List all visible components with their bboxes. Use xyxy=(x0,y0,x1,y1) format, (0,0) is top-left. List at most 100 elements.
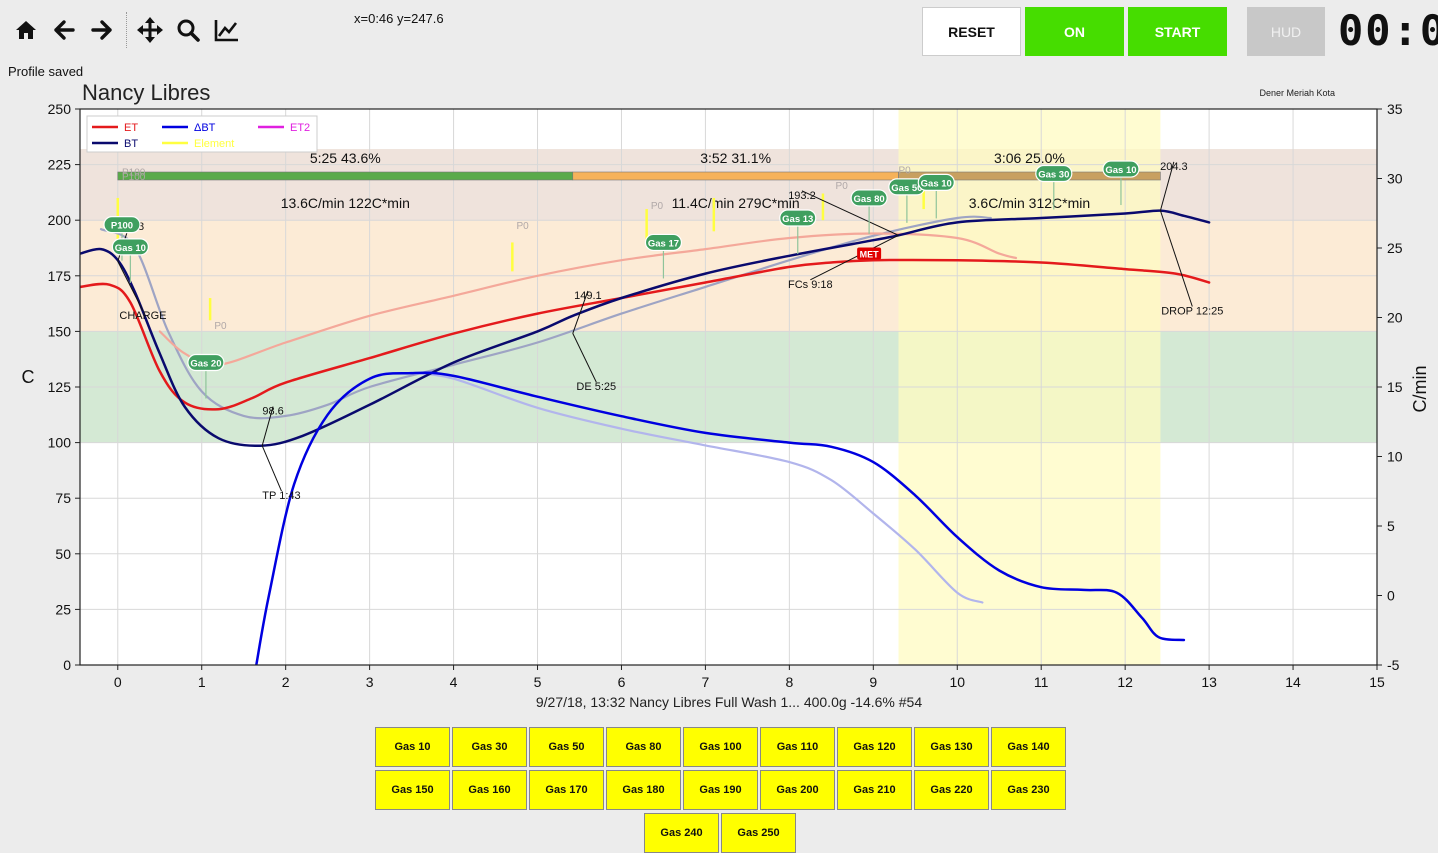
x-tick-label-9: 9 xyxy=(869,674,877,690)
chart-settings-icon[interactable] xyxy=(211,14,243,46)
background-event-5: P0 xyxy=(836,181,849,192)
event-button-gas-210[interactable]: Gas 210 xyxy=(837,770,912,810)
y-tick-label-9: 225 xyxy=(48,157,72,173)
legend-label-3: Element xyxy=(194,138,234,150)
event-button-gas-110[interactable]: Gas 110 xyxy=(760,727,835,767)
y-right-tick-label-2: 5 xyxy=(1387,518,1395,534)
legend-label-4: ET2 xyxy=(290,122,310,134)
x-tick-label-7: 7 xyxy=(702,674,710,690)
gas-event-label-6: Gas 50 xyxy=(891,183,922,194)
y-right-tick-label-7: 30 xyxy=(1387,171,1403,187)
x-tick-label-11: 11 xyxy=(1034,674,1049,690)
y-tick-label-3: 75 xyxy=(55,490,71,506)
y-tick-label-7: 175 xyxy=(48,268,72,284)
phase-rate-0: 13.6C/min 122C*min xyxy=(281,195,410,211)
y-tick-label-1: 25 xyxy=(55,601,71,617)
event-button-gas-80[interactable]: Gas 80 xyxy=(606,727,681,767)
event-button-gas-200[interactable]: Gas 200 xyxy=(760,770,835,810)
x-tick-label-15: 15 xyxy=(1369,674,1385,690)
y-right-tick-label-0: -5 xyxy=(1387,657,1400,673)
legend-label-2: ΔBT xyxy=(194,122,216,134)
y-tick-label-8: 200 xyxy=(48,212,72,228)
event-button-gas-240[interactable]: Gas 240 xyxy=(644,813,719,853)
phase-rate-2: 3.6C/min 312C*min xyxy=(969,195,1090,211)
annotation-5: DE 5:25 xyxy=(576,381,616,393)
background-event-2: P0 xyxy=(214,321,227,332)
event-button-gas-150[interactable]: Gas 150 xyxy=(375,770,450,810)
arrow-left-icon[interactable] xyxy=(48,14,80,46)
home-icon[interactable] xyxy=(10,14,42,46)
y-axis-label: C xyxy=(22,367,35,387)
annotation-6: 193.2 xyxy=(788,190,816,202)
y-right-tick-label-1: 0 xyxy=(1387,588,1395,604)
annotation-1: CHARGE xyxy=(119,310,166,322)
y-tick-label-10: 250 xyxy=(48,101,72,117)
chart-subtitle: Dener Meriah Kota xyxy=(1259,88,1335,98)
arrow-right-icon[interactable] xyxy=(86,14,118,46)
event-button-gas-50[interactable]: Gas 50 xyxy=(529,727,604,767)
event-button-gas-230[interactable]: Gas 230 xyxy=(991,770,1066,810)
event-button-gas-180[interactable]: Gas 180 xyxy=(606,770,681,810)
hud-button[interactable]: HUD xyxy=(1247,7,1325,56)
phase-label-2: 3:06 25.0% xyxy=(994,150,1065,166)
y-right-tick-label-5: 20 xyxy=(1387,310,1403,326)
toolbar: x=0:46 y=247.6 RESET ON START HUD 00:00 xyxy=(0,0,1438,62)
x-tick-label-0: 0 xyxy=(114,674,122,690)
phase-rate-1: 11.4C/min 279C*min xyxy=(672,195,800,211)
gas-event-label-0: P100 xyxy=(111,221,133,232)
y-right-axis-label: C/min xyxy=(1410,365,1430,412)
zoom-icon[interactable] xyxy=(172,14,204,46)
x-tick-label-3: 3 xyxy=(366,674,374,690)
gas-event-label-3: Gas 17 xyxy=(648,238,679,249)
background-event-4: P0 xyxy=(651,201,664,212)
start-button[interactable]: START xyxy=(1128,7,1227,56)
legend-label-0: ET xyxy=(124,122,138,134)
roast-chart: 5:25 43.6%13.6C/min 122C*min3:52 31.1%11… xyxy=(22,80,1431,710)
event-button-gas-140[interactable]: Gas 140 xyxy=(991,727,1066,767)
move-icon[interactable] xyxy=(134,14,166,46)
phase-bar-0 xyxy=(117,171,574,181)
phase-bar-1 xyxy=(572,171,899,181)
event-button-gas-160[interactable]: Gas 160 xyxy=(452,770,527,810)
chart-footer: 9/27/18, 13:32 Nancy Libres Full Wash 1.… xyxy=(536,694,922,710)
y-tick-label-2: 50 xyxy=(55,546,71,562)
timer-display: 00:00 xyxy=(1338,6,1438,55)
x-tick-label-14: 14 xyxy=(1285,674,1301,690)
background-event-3: P0 xyxy=(517,221,530,232)
event-button-gas-120[interactable]: Gas 120 xyxy=(837,727,912,767)
event-button-gas-170[interactable]: Gas 170 xyxy=(529,770,604,810)
x-tick-label-6: 6 xyxy=(618,674,626,690)
gas-event-label-7: Gas 10 xyxy=(921,178,952,189)
event-button-gas-10[interactable]: Gas 10 xyxy=(375,727,450,767)
gas-event-label-9: Gas 10 xyxy=(1105,165,1136,176)
event-button-gas-100[interactable]: Gas 100 xyxy=(683,727,758,767)
y-tick-label-0: 0 xyxy=(63,657,71,673)
met-label: MET xyxy=(860,250,880,260)
coordinates-readout: x=0:46 y=247.6 xyxy=(354,11,444,26)
on-button[interactable]: ON xyxy=(1025,7,1124,56)
y-right-tick-label-6: 25 xyxy=(1387,240,1403,256)
x-tick-label-13: 13 xyxy=(1201,674,1217,690)
y-right-tick-label-4: 15 xyxy=(1387,379,1403,395)
y-right-tick-label-8: 35 xyxy=(1387,101,1403,117)
annotation-2: 98.6 xyxy=(262,406,283,418)
gas-event-label-5: Gas 80 xyxy=(854,194,885,205)
event-button-gas-250[interactable]: Gas 250 xyxy=(721,813,796,853)
y-right-tick-label-3: 10 xyxy=(1387,449,1403,465)
event-button-gas-30[interactable]: Gas 30 xyxy=(452,727,527,767)
y-tick-label-5: 125 xyxy=(48,379,72,395)
annotation-4: 149.1 xyxy=(574,290,602,302)
x-tick-label-5: 5 xyxy=(534,674,542,690)
legend-label-1: BT xyxy=(124,138,138,150)
annotation-8: 204.3 xyxy=(1160,161,1188,173)
event-button-gas-220[interactable]: Gas 220 xyxy=(914,770,989,810)
chart-title: Nancy Libres xyxy=(82,80,210,105)
x-tick-label-12: 12 xyxy=(1117,674,1133,690)
gas-event-label-2: Gas 20 xyxy=(190,359,221,370)
event-button-gas-130[interactable]: Gas 130 xyxy=(914,727,989,767)
x-tick-label-8: 8 xyxy=(785,674,793,690)
event-button-gas-190[interactable]: Gas 190 xyxy=(683,770,758,810)
reset-button[interactable]: RESET xyxy=(922,7,1021,56)
y-tick-label-4: 100 xyxy=(48,435,72,451)
annotation-7: FCs 9:18 xyxy=(788,279,833,291)
